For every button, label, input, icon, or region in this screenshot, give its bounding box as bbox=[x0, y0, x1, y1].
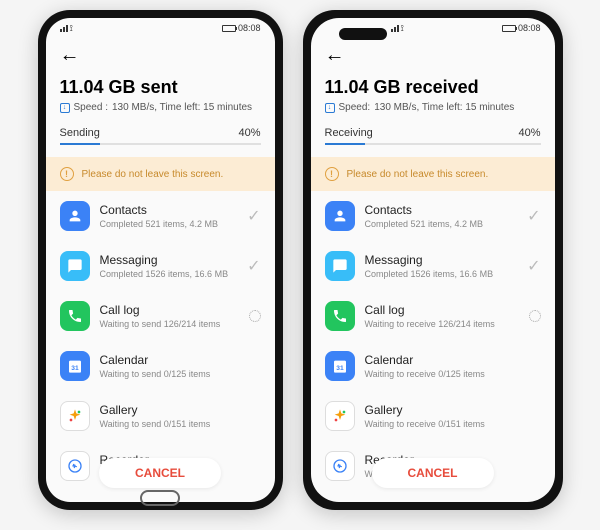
status-time: 08:08 bbox=[238, 23, 261, 33]
back-button[interactable]: ← bbox=[325, 38, 541, 73]
check-icon: ✓ bbox=[247, 256, 260, 276]
gallery-icon bbox=[60, 401, 90, 431]
status-time: 08:08 bbox=[518, 23, 541, 33]
spinner-icon bbox=[529, 310, 541, 322]
tab-indicator bbox=[325, 143, 365, 145]
warning-banner: ! Please do not leave this screen. bbox=[311, 157, 555, 191]
warning-icon: ! bbox=[325, 167, 339, 181]
item-title: Messaging bbox=[365, 253, 518, 267]
item-title: Calendar bbox=[100, 353, 261, 367]
item-title: Contacts bbox=[365, 203, 518, 217]
gallery-icon bbox=[325, 401, 355, 431]
item-title: Call log bbox=[100, 303, 239, 317]
list-item[interactable]: Gallery Waiting to send 0/151 items bbox=[60, 391, 261, 441]
item-subtitle: Waiting to send 0/151 items bbox=[100, 419, 261, 429]
item-subtitle: Waiting to receive 126/214 items bbox=[365, 319, 519, 329]
phone-receiver: ⟟ 08:08 ← 11.04 GB received ↓ Speed: 130… bbox=[303, 10, 563, 510]
signal-icon bbox=[60, 25, 68, 32]
page-title: 11.04 GB sent bbox=[60, 77, 261, 98]
status-bar: ⟟ 08:08 bbox=[46, 18, 275, 38]
svg-text:31: 31 bbox=[336, 365, 344, 372]
camera-pill bbox=[339, 28, 387, 40]
tab-indicator bbox=[60, 143, 100, 145]
calllog-icon bbox=[60, 301, 90, 331]
back-button[interactable]: ← bbox=[60, 38, 261, 73]
warning-banner: ! Please do not leave this screen. bbox=[46, 157, 275, 191]
cancel-button[interactable]: CANCEL bbox=[99, 458, 221, 488]
list-item[interactable]: Call log Waiting to send 126/214 items bbox=[60, 291, 261, 341]
progress-percent: 40% bbox=[238, 127, 260, 139]
tab-sending[interactable]: Sending bbox=[60, 127, 100, 139]
item-subtitle: Completed 1526 items, 16.6 MB bbox=[365, 269, 518, 279]
contacts-icon bbox=[325, 201, 355, 231]
calendar-icon: 31 bbox=[60, 351, 90, 381]
speed-value: 130 MB/s, Time left: 15 minutes bbox=[374, 102, 514, 113]
messaging-icon bbox=[60, 251, 90, 281]
signal-icon bbox=[391, 25, 399, 32]
calllog-icon bbox=[325, 301, 355, 331]
recorder-icon bbox=[60, 451, 90, 481]
item-title: Calendar bbox=[365, 353, 541, 367]
transfer-list: ContactsCompleted 521 items, 4.2 MB✓Mess… bbox=[60, 191, 261, 491]
list-item[interactable]: Contacts Completed 521 items, 4.2 MB ✓ bbox=[60, 191, 261, 241]
check-icon: ✓ bbox=[527, 256, 540, 276]
spinner-icon bbox=[249, 310, 261, 322]
progress-percent: 40% bbox=[518, 127, 540, 139]
item-subtitle: Completed 521 items, 4.2 MB bbox=[100, 219, 238, 229]
contacts-icon bbox=[60, 201, 90, 231]
warning-text: Please do not leave this screen. bbox=[347, 169, 489, 180]
warning-text: Please do not leave this screen. bbox=[82, 169, 224, 180]
item-title: Contacts bbox=[100, 203, 238, 217]
battery-icon bbox=[502, 25, 516, 32]
page-title: 11.04 GB received bbox=[325, 77, 541, 98]
item-subtitle: Completed 1526 items, 16.6 MB bbox=[100, 269, 238, 279]
list-item[interactable]: Gallery Waiting to receive 0/151 items bbox=[325, 391, 541, 441]
messaging-icon bbox=[325, 251, 355, 281]
warning-icon: ! bbox=[60, 167, 74, 181]
transfer-list: ContactsCompleted 521 items, 4.2 MB✓Mess… bbox=[325, 191, 541, 491]
speed-icon: ↓ bbox=[60, 103, 70, 113]
home-button[interactable] bbox=[140, 490, 180, 506]
list-item[interactable]: 31 Calendar Waiting to receive 0/125 items bbox=[325, 341, 541, 391]
item-title: Gallery bbox=[100, 403, 261, 417]
item-title: Gallery bbox=[365, 403, 541, 417]
speed-label: Speed: bbox=[339, 102, 371, 113]
item-subtitle: Waiting to receive 0/125 items bbox=[365, 369, 541, 379]
speed-label: Speed : bbox=[74, 102, 108, 113]
item-title: Messaging bbox=[100, 253, 238, 267]
item-title: Call log bbox=[365, 303, 519, 317]
speed-icon: ↓ bbox=[325, 103, 335, 113]
list-item[interactable]: Messaging Completed 1526 items, 16.6 MB ✓ bbox=[60, 241, 261, 291]
list-item[interactable]: 31 Calendar Waiting to send 0/125 items bbox=[60, 341, 261, 391]
tab-receiving[interactable]: Receiving bbox=[325, 127, 373, 139]
speed-value: 130 MB/s, Time left: 15 minutes bbox=[112, 102, 252, 113]
check-icon: ✓ bbox=[247, 206, 260, 226]
check-icon: ✓ bbox=[527, 206, 540, 226]
battery-icon bbox=[222, 25, 236, 32]
cancel-button[interactable]: CANCEL bbox=[372, 458, 494, 488]
recorder-icon bbox=[325, 451, 355, 481]
phone-sender: ⟟ 08:08 ← 11.04 GB sent ↓ Speed : 130 MB… bbox=[38, 10, 283, 510]
item-subtitle: Waiting to send 126/214 items bbox=[100, 319, 239, 329]
list-item[interactable]: Call log Waiting to receive 126/214 items bbox=[325, 291, 541, 341]
item-subtitle: Waiting to receive 0/151 items bbox=[365, 419, 541, 429]
calendar-icon: 31 bbox=[325, 351, 355, 381]
list-item[interactable]: Messaging Completed 1526 items, 16.6 MB ✓ bbox=[325, 241, 541, 291]
svg-text:31: 31 bbox=[71, 365, 79, 372]
list-item[interactable]: Contacts Completed 521 items, 4.2 MB ✓ bbox=[325, 191, 541, 241]
item-subtitle: Completed 521 items, 4.2 MB bbox=[365, 219, 518, 229]
item-subtitle: Waiting to send 0/125 items bbox=[100, 369, 261, 379]
